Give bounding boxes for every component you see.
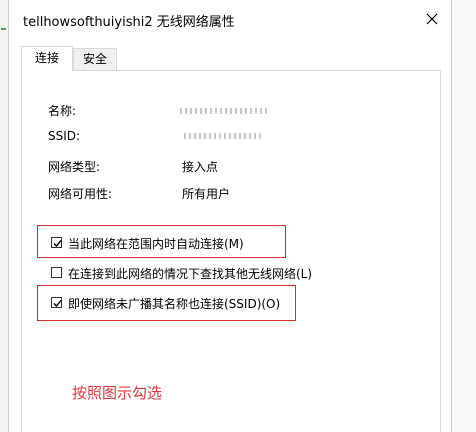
property-label-name: 名称:	[48, 104, 77, 118]
title-bar[interactable]: tellhowsofthuiyishi2 无线网络属性	[9, 0, 451, 38]
tab-panel-connection: 名称: SSID: 网络类型: 接入点 网络可用性: 所有用户 当此网络在范围内…	[21, 70, 441, 432]
property-label-network-type: 网络类型:	[48, 160, 101, 174]
option-label-connect-hidden-ssid: 即使网络未广播其名称也连接(SSID)(O)	[68, 297, 281, 311]
checkbox-connect-hidden-ssid[interactable]	[51, 297, 62, 308]
screenshot: tellhowsofthuiyishi2 无线网络属性 连接 安全 名称: SS…	[0, 0, 476, 432]
tab-security[interactable]: 安全	[73, 48, 117, 70]
window-title: tellhowsofthuiyishi2 无线网络属性	[23, 15, 235, 30]
checkbox-auto-connect[interactable]	[51, 237, 62, 248]
background-window-edge	[0, 0, 8, 432]
property-label-ssid: SSID:	[48, 129, 81, 143]
checkbox-look-for-other-networks[interactable]	[51, 267, 62, 278]
wireless-properties-dialog: tellhowsofthuiyishi2 无线网络属性 连接 安全 名称: SS…	[8, 0, 452, 432]
tab-connection[interactable]: 连接	[21, 46, 73, 71]
property-value-name-redacted	[180, 108, 270, 114]
close-button[interactable]	[417, 6, 447, 32]
check-icon	[53, 300, 62, 308]
option-label-auto-connect: 当此网络在范围内时自动连接(M)	[68, 237, 244, 251]
background-window-mark	[1, 28, 6, 30]
property-value-network-type: 接入点	[182, 160, 219, 174]
close-icon	[426, 13, 438, 25]
property-label-availability: 网络可用性:	[48, 187, 113, 201]
check-icon	[53, 240, 62, 248]
background-window-edge-right	[452, 0, 476, 432]
option-label-look-for-other-networks: 在连接到此网络的情况下查找其他无线网络(L)	[68, 267, 313, 281]
annotation-note: 按照图示勾选	[72, 384, 163, 402]
property-value-availability: 所有用户	[182, 187, 231, 201]
property-value-ssid-redacted	[184, 133, 264, 139]
